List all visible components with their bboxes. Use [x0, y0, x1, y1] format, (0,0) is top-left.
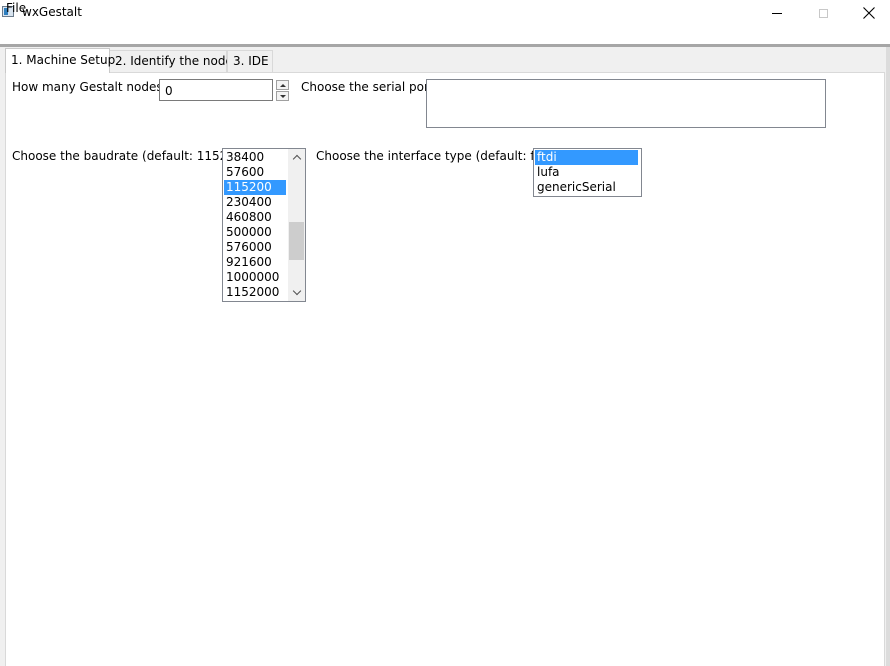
baudrate-option[interactable]: 38400	[224, 150, 264, 165]
nodes-spin-down-button[interactable]	[276, 91, 289, 101]
scroll-up-button[interactable]	[288, 149, 305, 166]
tab-machine-setup[interactable]: 1. Machine Setup	[5, 48, 115, 73]
maximize-icon	[818, 8, 828, 18]
serial-port-label: Choose the serial port	[301, 80, 434, 94]
scrollbar-thumb[interactable]	[289, 222, 304, 260]
baudrate-option[interactable]: 230400	[224, 195, 272, 210]
window-border	[886, 47, 890, 666]
baudrate-list[interactable]: 38400 57600 115200 230400 460800 500000 …	[222, 148, 306, 302]
maximize-button[interactable]	[800, 0, 846, 26]
baudrate-option[interactable]: 576000	[224, 240, 272, 255]
menu-file[interactable]: File	[6, 1, 26, 15]
baudrate-option[interactable]: 57600	[224, 165, 264, 180]
baudrate-option[interactable]: 460800	[224, 210, 272, 225]
baudrate-option[interactable]: 500000	[224, 225, 272, 240]
window-title: wxGestalt	[22, 5, 82, 19]
tab-identify-nodes[interactable]: 2. Identify the nodes	[109, 50, 239, 72]
baudrate-option[interactable]: 921600	[224, 255, 272, 270]
chevron-down-icon	[292, 286, 301, 296]
minimize-icon	[772, 12, 782, 14]
interface-option-selected[interactable]: ftdi	[535, 150, 638, 165]
nodes-label: How many Gestalt nodes?	[12, 80, 169, 94]
nodes-spin-input[interactable]	[159, 79, 273, 101]
interface-type-label: Choose the interface type (default: ftdi…	[316, 149, 555, 163]
close-button[interactable]	[846, 0, 890, 26]
baudrate-option[interactable]: 1000000	[224, 270, 279, 285]
nodes-spin-up-button[interactable]	[276, 80, 289, 90]
scroll-down-button[interactable]	[288, 284, 305, 301]
baudrate-option-selected[interactable]: 115200	[224, 180, 286, 195]
baudrate-option[interactable]: 1152000	[224, 285, 279, 300]
interface-option[interactable]: lufa	[535, 165, 638, 180]
close-icon	[863, 7, 875, 19]
arrow-down-icon	[279, 94, 286, 98]
interface-option[interactable]: genericSerial	[535, 180, 638, 195]
chevron-up-icon	[292, 154, 301, 164]
interface-type-list[interactable]: ftdi lufa genericSerial	[533, 148, 642, 197]
tab-ide[interactable]: 3. IDE	[227, 50, 273, 72]
arrow-up-icon	[279, 83, 286, 87]
serial-port-list[interactable]	[426, 79, 826, 128]
minimize-button[interactable]	[754, 0, 800, 26]
menu-bar	[0, 26, 890, 44]
baudrate-label: Choose the baudrate (default: 115200)	[12, 149, 248, 163]
baudrate-scrollbar[interactable]	[288, 149, 305, 301]
